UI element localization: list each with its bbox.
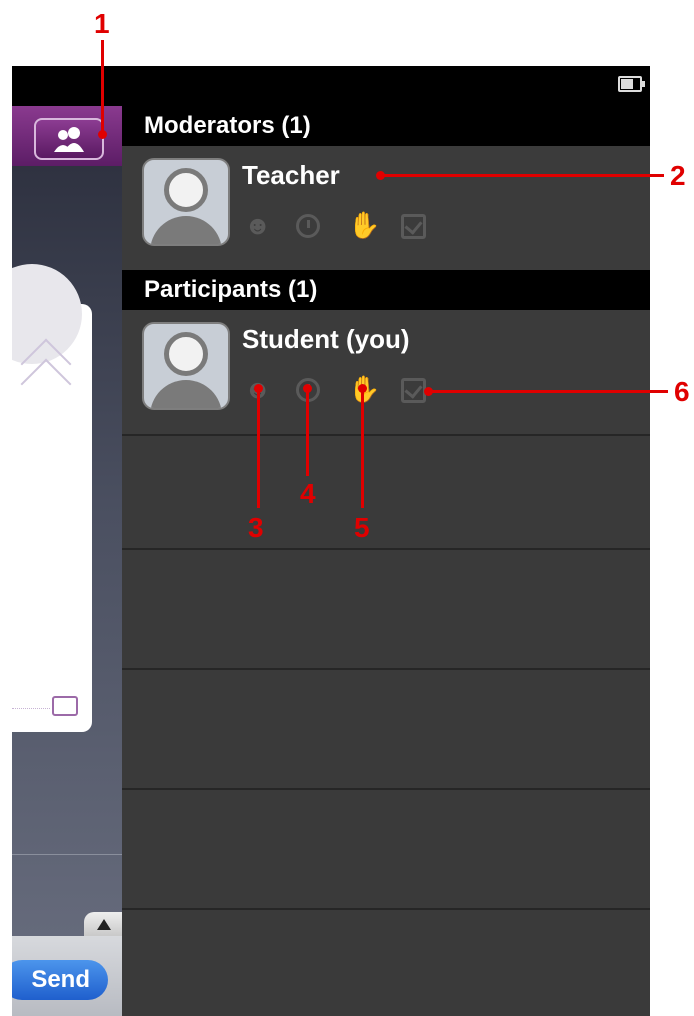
callout-4: 4	[300, 478, 316, 509]
expand-tab-button[interactable]	[84, 912, 122, 936]
send-button[interactable]: Send	[12, 960, 108, 1000]
status-bar	[12, 66, 650, 106]
document-card[interactable]	[12, 264, 92, 732]
leader-line	[432, 390, 668, 393]
checkbox-icon[interactable]	[400, 212, 426, 239]
participant-row-student[interactable]: Student (you) ☻ ✋	[122, 310, 650, 436]
divider	[12, 708, 50, 709]
avatar	[142, 158, 230, 246]
callout-5: 5	[354, 512, 370, 543]
participant-row-teacher[interactable]: Teacher ☻ ✋	[122, 146, 650, 270]
participants-button[interactable]	[34, 118, 104, 160]
participant-name: Teacher	[242, 160, 340, 190]
people-icon	[54, 127, 84, 152]
divider	[12, 854, 122, 855]
callout-3: 3	[248, 512, 264, 543]
leader-line	[384, 174, 664, 177]
main-content-pane: Send	[12, 106, 122, 1016]
smile-icon[interactable]: ☻	[244, 212, 271, 238]
callout-1: 1	[94, 8, 110, 39]
moderators-header: Moderators (1)	[122, 106, 650, 146]
hand-icon[interactable]: ✋	[348, 212, 380, 238]
clock-icon[interactable]	[294, 212, 320, 238]
participants-panel: Moderators (1) Teacher ☻ ✋ Participants …	[122, 106, 650, 1016]
battery-icon	[618, 76, 645, 92]
leader-line	[101, 40, 104, 136]
slide-icon[interactable]	[52, 696, 78, 716]
participants-header: Participants (1)	[122, 270, 650, 310]
leader-line	[257, 388, 260, 508]
avatar	[142, 322, 230, 410]
callout-dot	[98, 130, 107, 139]
participant-name: Student (you)	[242, 324, 410, 354]
leader-line	[361, 388, 364, 508]
callout-6: 6	[674, 376, 690, 407]
checkbox-icon[interactable]	[400, 376, 426, 403]
chat-input-bar: Send	[12, 936, 122, 1016]
callout-2: 2	[670, 160, 686, 191]
leader-line	[306, 388, 309, 476]
